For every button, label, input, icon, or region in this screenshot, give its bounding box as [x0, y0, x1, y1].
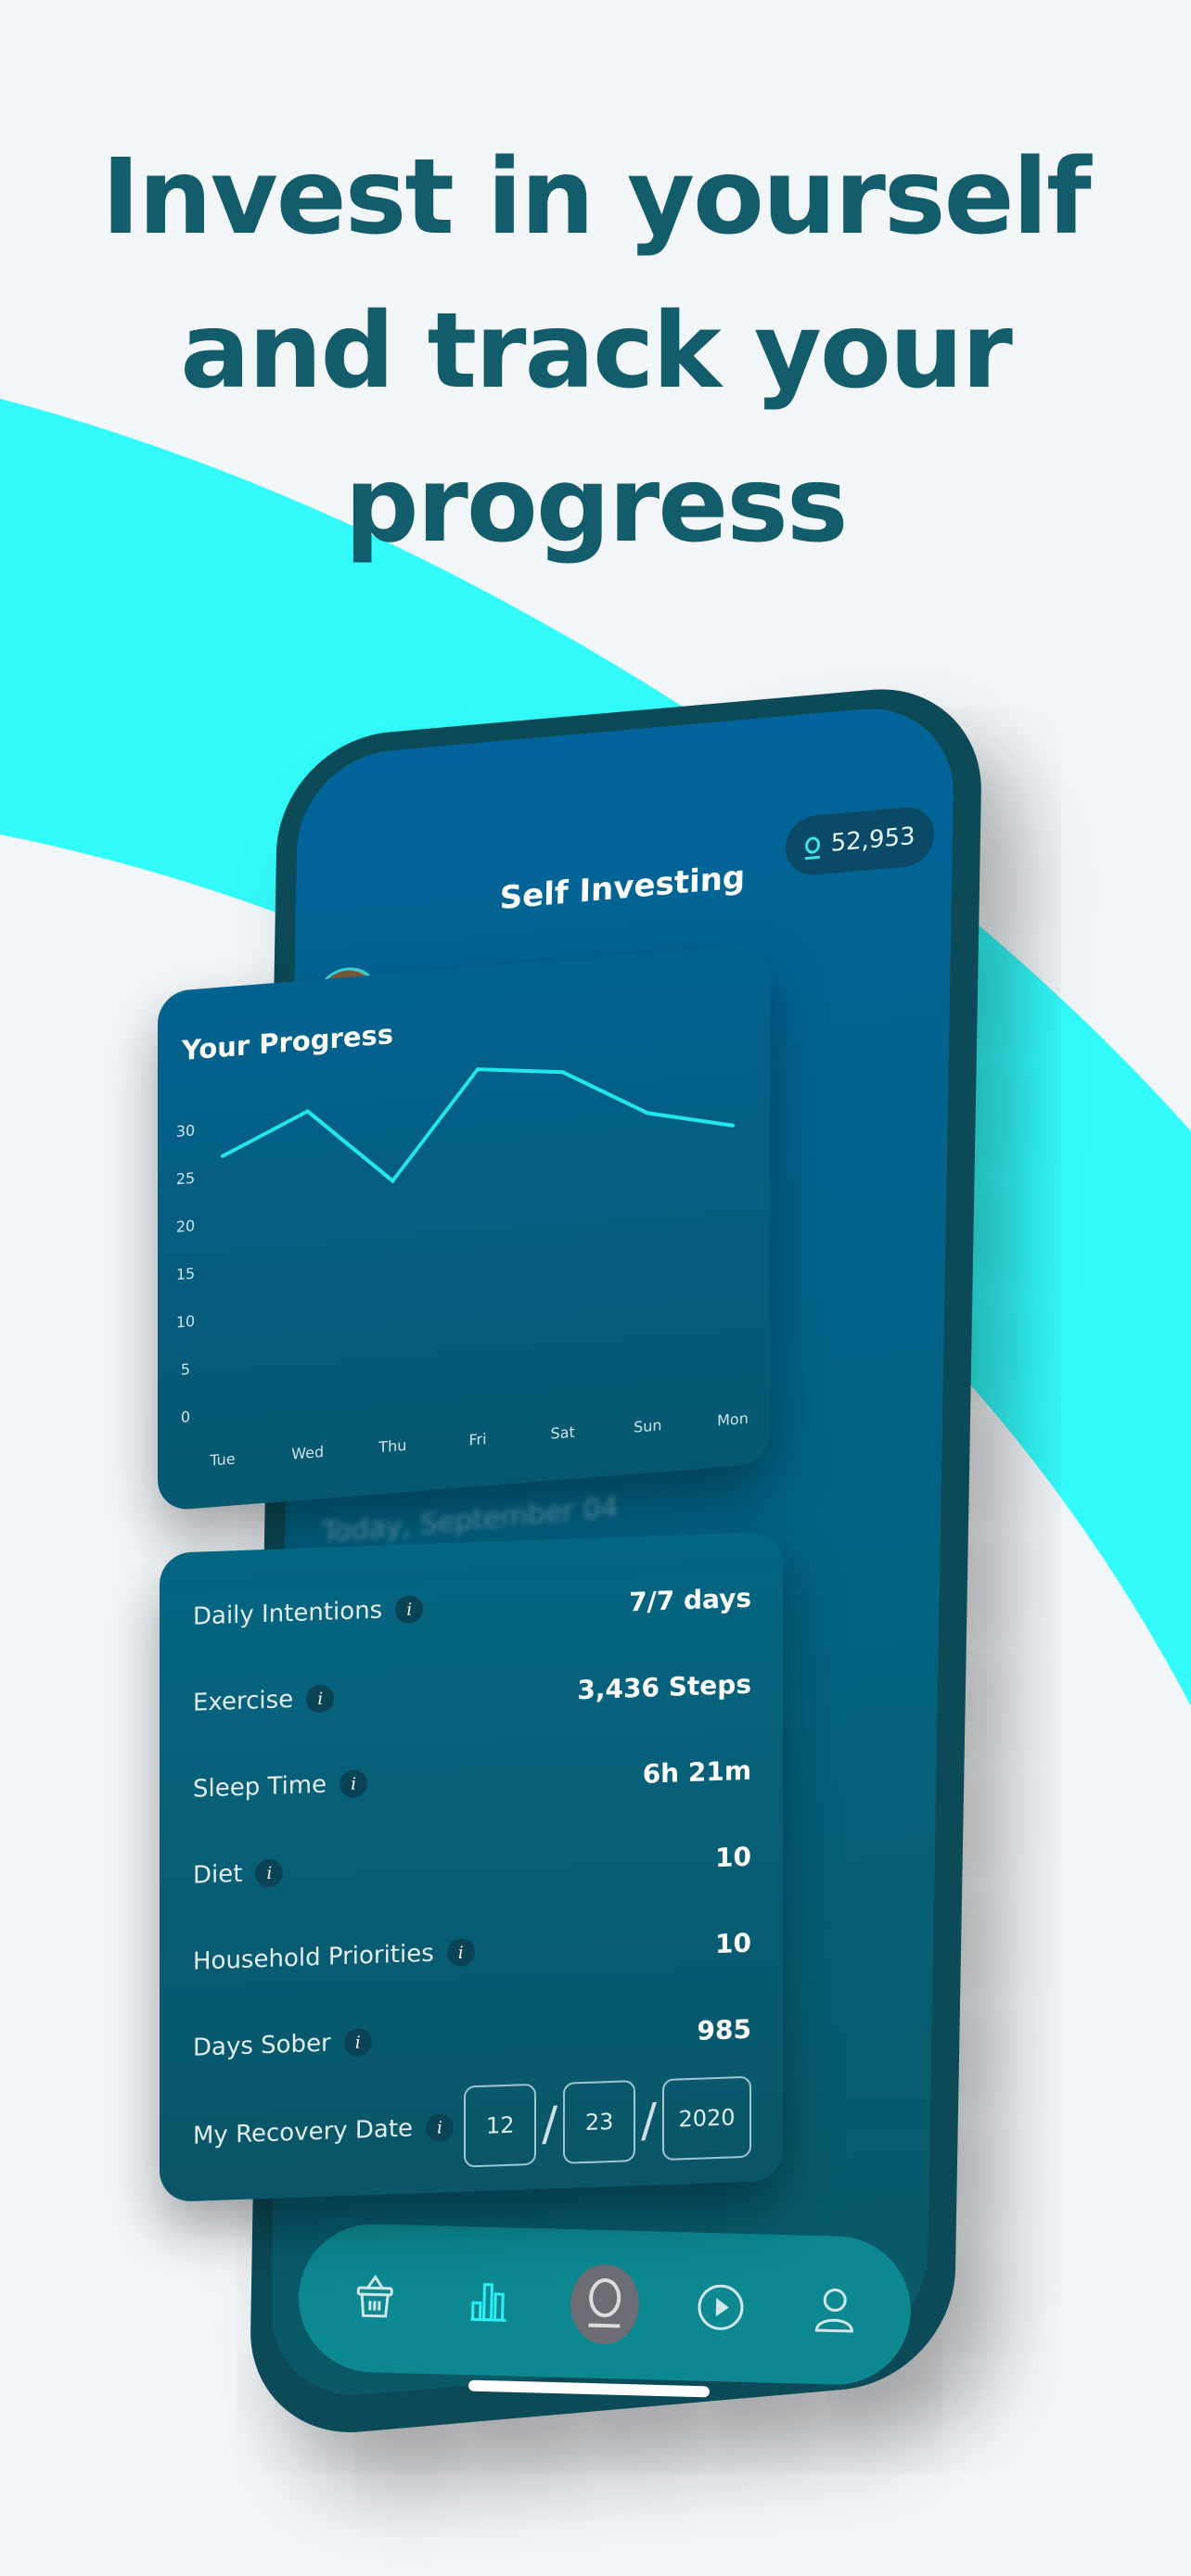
stat-label: Days Sober	[193, 2029, 331, 2062]
stat-value: 7/7 days	[629, 1582, 751, 1617]
stat-value: 3,436 Steps	[577, 1668, 751, 1705]
nav-media[interactable]	[687, 2274, 754, 2340]
info-icon[interactable]: i	[255, 1858, 284, 1888]
basket-icon	[356, 2274, 393, 2318]
progress-chart: 0 5 10 15 20 25 30 Tue Wed Thu Fri Sat Sun Mon	[176, 1067, 749, 1470]
x-tick-label: Sat	[551, 1423, 575, 1443]
x-tick-label: Thu	[378, 1436, 406, 1456]
date-separator: /	[641, 2093, 657, 2148]
stat-label: Household Priorities	[193, 1939, 434, 1976]
coin-icon	[804, 835, 820, 855]
app-title: Self Investing	[499, 858, 746, 918]
stat-row: Sleep Time i 6h 21m	[193, 1742, 751, 1817]
progress-chart-card: Your Progress 0 5 10 15 20 25 30 Tue Wed Thu Fri Sa…	[158, 944, 770, 1511]
y-tick-label: 30	[176, 1121, 195, 1141]
recovery-date-row: My Recovery Date i 12 / 23 / 2020	[193, 2075, 751, 2168]
info-icon[interactable]: i	[395, 1595, 424, 1625]
bar-chart-icon	[470, 2283, 506, 2322]
stats-card: Daily Intentions i 7/7 days Exercise i 3,436 …	[160, 1531, 783, 2202]
x-tick-label: Tue	[209, 1449, 235, 1469]
user-icon	[815, 2289, 854, 2333]
stat-label: Sleep Time	[193, 1770, 327, 1804]
headline-line-3: progress	[344, 445, 848, 566]
stat-value: 10	[715, 1927, 751, 1959]
stat-value: 6h 21m	[642, 1754, 751, 1790]
stat-row: Exercise i 3,436 Steps	[193, 1656, 751, 1731]
date-separator: /	[542, 2097, 558, 2151]
nav-profile[interactable]	[801, 2277, 868, 2344]
stat-label: My Recovery Date	[193, 2114, 414, 2150]
recovery-day-field[interactable]: 23	[563, 2080, 636, 2164]
info-icon[interactable]: i	[339, 1769, 368, 1799]
stat-row: Household Priorities i 10	[193, 1915, 751, 1990]
y-tick-label: 5	[181, 1360, 190, 1379]
coin-icon	[588, 2278, 621, 2328]
y-tick-label: 25	[176, 1169, 195, 1189]
y-tick-label: 15	[176, 1265, 195, 1284]
info-icon[interactable]: i	[446, 1938, 475, 1968]
info-icon[interactable]: i	[426, 2112, 455, 2142]
stat-label: Diet	[193, 1859, 243, 1890]
headline: Invest in yourself and track your progre…	[0, 121, 1191, 582]
play-circle-icon	[698, 2284, 744, 2330]
nav-progress[interactable]	[455, 2268, 522, 2335]
y-tick-label: 20	[176, 1217, 195, 1236]
coin-balance[interactable]: 52,953	[785, 804, 935, 878]
info-icon[interactable]: i	[306, 1684, 335, 1714]
stat-row: Days Sober i 985	[193, 2001, 751, 2076]
headline-line-2: and track your	[180, 291, 1013, 412]
x-tick-label: Sun	[634, 1416, 661, 1435]
x-tick-label: Wed	[291, 1443, 324, 1463]
data-point	[221, 1154, 224, 1158]
coin-count: 52,953	[830, 822, 916, 858]
y-tick-label: 0	[181, 1408, 190, 1426]
nav-home[interactable]	[569, 2264, 641, 2345]
x-tick-label: Fri	[468, 1430, 486, 1448]
bottom-nav	[297, 2222, 913, 2387]
headline-line-1: Invest in yourself	[101, 137, 1091, 258]
stat-label: Exercise	[193, 1685, 294, 1717]
x-tick-label: Mon	[717, 1409, 749, 1430]
y-tick-label: 10	[176, 1312, 195, 1332]
stat-row: Daily Intentions i 7/7 days	[193, 1570, 751, 1645]
info-icon[interactable]: i	[343, 2028, 372, 2058]
recovery-year-field[interactable]: 2020	[662, 2075, 751, 2162]
stat-row: Diet i 10	[193, 1829, 751, 1904]
stat-value: 10	[715, 1841, 751, 1873]
nav-shop[interactable]	[341, 2265, 408, 2332]
stat-label: Daily Intentions	[193, 1596, 383, 1631]
stat-value: 985	[697, 2013, 751, 2047]
recovery-month-field[interactable]: 12	[464, 2083, 537, 2168]
